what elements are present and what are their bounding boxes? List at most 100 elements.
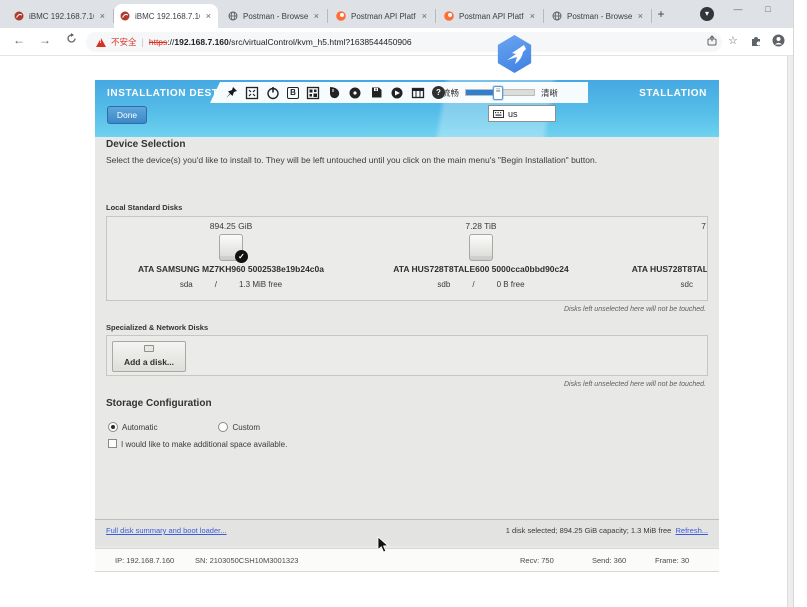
radio-automatic[interactable] xyxy=(108,422,118,432)
small-disk-icon xyxy=(144,345,154,352)
tab-postman-api-1[interactable]: Postman API Platfo × xyxy=(330,4,434,28)
disk-size: 894.25 GiB xyxy=(111,221,351,231)
local-disks-heading: Local Standard Disks xyxy=(106,203,182,212)
specialized-disks-heading: Specialized & Network Disks xyxy=(106,323,208,332)
new-tab-button[interactable]: + xyxy=(652,6,670,24)
selected-check-icon: ✓ xyxy=(235,250,248,263)
globe-favicon xyxy=(228,11,238,21)
disk-device: sda xyxy=(180,280,193,289)
storage-configuration-heading: Storage Configuration xyxy=(106,398,212,409)
screenshot-root: iBMC 192.168.7.16 × iBMC 192.168.7.16 × … xyxy=(0,0,807,607)
quality-slider-fill xyxy=(466,90,497,95)
local-disks-panel: 894.25 GiB ✓ ATA SAMSUNG MZ7KH960 500253… xyxy=(106,216,708,301)
tab-search-icon[interactable]: ▾ xyxy=(700,7,714,21)
tab-close-icon[interactable]: × xyxy=(637,11,644,21)
kvm-send: Send: 360 xyxy=(592,556,626,565)
window-minimize-button[interactable]: — xyxy=(728,4,748,14)
radio-automatic-label: Automatic xyxy=(122,423,158,432)
pin-icon[interactable] xyxy=(224,86,238,100)
window-maximize-button[interactable]: □ xyxy=(758,4,778,14)
device-selection-description: Select the device(s) you'd like to insta… xyxy=(106,154,702,166)
postman-favicon xyxy=(444,11,454,21)
kvm-ip: IP: 192.168.7.160 xyxy=(115,556,174,565)
floppy-mount-icon[interactable] xyxy=(369,86,383,100)
checkbox-additional-space[interactable] xyxy=(108,439,117,448)
tab-title: Postman - Browse xyxy=(567,12,632,21)
disk-mount-slash: / xyxy=(472,280,474,289)
tab-postman-api-2[interactable]: Postman API Platfo × xyxy=(438,4,542,28)
keyboard-layout-code: us xyxy=(508,109,518,119)
bookmark-star-icon[interactable]: ☆ xyxy=(728,34,738,47)
additional-space-option: I would like to make additional space av… xyxy=(108,434,287,452)
tab-separator xyxy=(435,9,436,23)
disk-device: sdc xyxy=(681,280,693,289)
screenshot-icon[interactable] xyxy=(411,86,425,100)
tab-postman-browse-2[interactable]: Postman - Browse × xyxy=(546,4,650,28)
tab-close-icon[interactable]: × xyxy=(421,11,428,21)
disk-sdb[interactable]: 7.28 TiB ATA HUS728T8TALE600 5000cca0bbd… xyxy=(361,217,601,300)
keyboard-b-icon[interactable]: B xyxy=(287,87,299,99)
tab-ibmc-1[interactable]: iBMC 192.168.7.16 × xyxy=(8,4,112,28)
disk-name: ATA HUS728T8TALE600 5000cca0bbd90c24 xyxy=(361,264,601,274)
disk-details-row: sda / 1.3 MiB free xyxy=(111,280,351,289)
keyboard-layout-indicator[interactable]: us xyxy=(488,105,556,122)
quality-slider-handle[interactable] xyxy=(493,86,503,100)
security-warning-text: 不安全 xyxy=(111,36,137,48)
share-icon[interactable] xyxy=(706,34,718,52)
postman-favicon xyxy=(336,11,346,21)
ibmc-favicon xyxy=(14,11,24,21)
disk-free: 1.3 MiB free xyxy=(239,280,282,289)
disk-details-row: sdc xyxy=(606,280,708,289)
tab-close-icon[interactable]: × xyxy=(99,11,106,21)
radio-custom[interactable] xyxy=(218,422,228,432)
forward-icon[interactable]: → xyxy=(36,33,54,47)
kvm-quality-slider-group: 流畅 清晰 xyxy=(442,82,558,103)
add-disk-label: Add a disk... xyxy=(124,357,174,367)
cd-mount-icon[interactable] xyxy=(348,86,362,100)
checkbox-additional-space-label: I would like to make additional space av… xyxy=(121,440,287,449)
mouse-cursor xyxy=(377,536,389,558)
installer-title-right: STALLATION xyxy=(639,88,707,99)
full-disk-summary-link[interactable]: Full disk summary and boot loader... xyxy=(106,526,226,535)
url-separator: | xyxy=(142,37,144,47)
reload-icon[interactable] xyxy=(62,33,80,47)
disk-free: 0 B free xyxy=(497,280,525,289)
selection-summary: 1 disk selected; 894.25 GiB capacity; 1.… xyxy=(506,526,708,535)
specialized-disks-panel: Add a disk... xyxy=(106,335,708,376)
done-button[interactable]: Done xyxy=(107,106,147,124)
fullscreen-icon[interactable] xyxy=(245,86,259,100)
ibmc-favicon xyxy=(120,11,130,21)
page-scrollbar[interactable] xyxy=(787,56,793,607)
disk-sda[interactable]: 894.25 GiB ✓ ATA SAMSUNG MZ7KH960 500253… xyxy=(111,217,351,300)
url-path: /src/virtualControl/kvm_h5.html?16385444… xyxy=(229,37,412,47)
disk-size: 7.28 TiB xyxy=(361,221,601,231)
tab-close-icon[interactable]: × xyxy=(313,11,320,21)
quality-slider[interactable] xyxy=(465,89,535,96)
power-icon[interactable] xyxy=(266,86,280,100)
keyboard-icon xyxy=(493,110,504,118)
browser-tab-strip: iBMC 192.168.7.16 × iBMC 192.168.7.16 × … xyxy=(0,0,793,28)
tab-close-icon[interactable]: × xyxy=(205,11,212,21)
add-disk-button[interactable]: Add a disk... xyxy=(112,341,186,372)
disk-sdc-clipped[interactable]: 7 ATA HUS728T8TAL sdc xyxy=(606,217,708,300)
kvm-recv: Recv: 750 xyxy=(520,556,554,565)
selection-summary-text: 1 disk selected; 894.25 GiB capacity; 1.… xyxy=(506,526,672,535)
tab-title: Postman - Browse xyxy=(243,12,308,21)
hard-drive-icon: ✓ xyxy=(219,234,243,261)
unselected-note-1: Disks left unselected here will not be t… xyxy=(564,306,706,313)
video-record-icon[interactable] xyxy=(390,86,404,100)
tab-ibmc-2-active[interactable]: iBMC 192.168.7.16 × xyxy=(114,4,218,28)
mouse-sync-icon[interactable] xyxy=(327,86,341,100)
disk-size: 7 xyxy=(606,221,708,231)
numpad-icon[interactable] xyxy=(306,86,320,100)
disk-name: ATA HUS728T8TAL xyxy=(606,264,708,274)
address-bar[interactable]: 不安全 | https://192.168.7.160/src/virtualC… xyxy=(86,32,722,52)
tab-close-icon[interactable]: × xyxy=(529,11,536,21)
back-icon[interactable]: ← xyxy=(10,33,28,47)
extensions-puzzle-icon[interactable] xyxy=(750,34,762,52)
tab-postman-browse-1[interactable]: Postman - Browse × xyxy=(222,4,326,28)
url-scheme: https xyxy=(149,37,167,47)
profile-avatar-icon[interactable] xyxy=(772,34,785,52)
refresh-link[interactable]: Refresh... xyxy=(675,526,708,535)
bird-glyph xyxy=(503,43,527,65)
